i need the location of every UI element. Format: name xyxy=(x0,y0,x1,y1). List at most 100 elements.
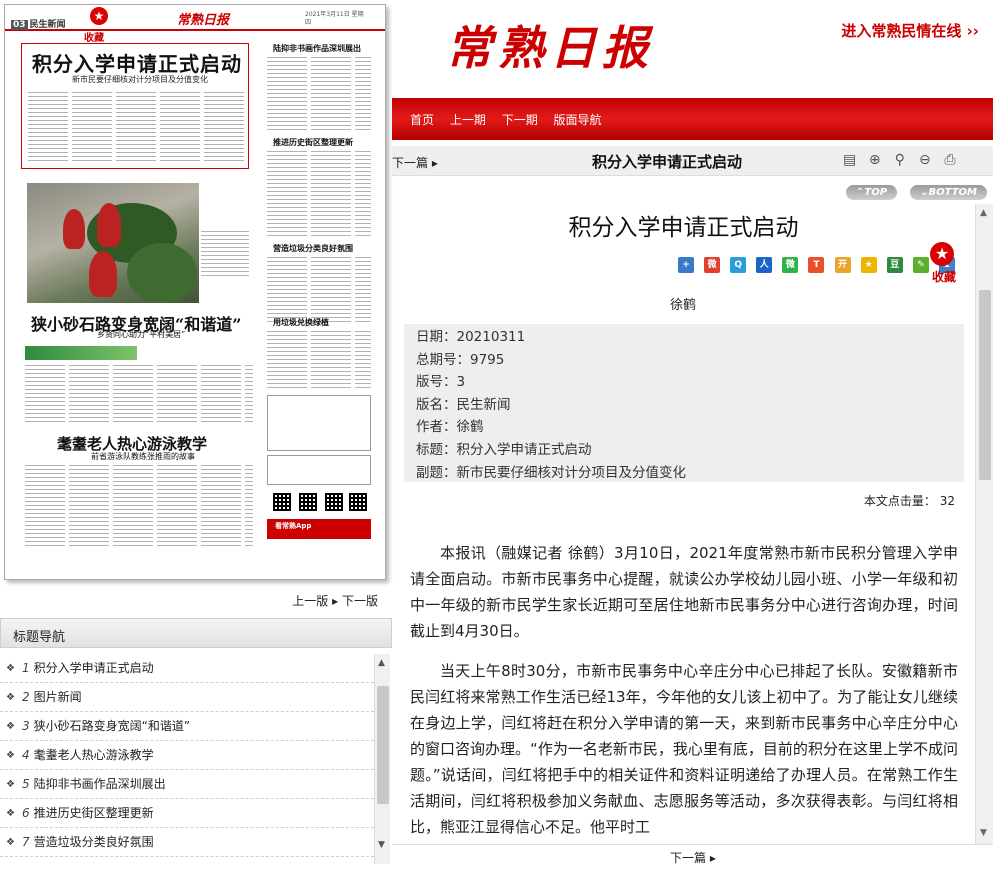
favorite-star-icon[interactable]: ★ xyxy=(930,242,954,266)
meta-key: 副题： xyxy=(416,464,457,481)
right-col-text-2 xyxy=(267,151,371,237)
douban-icon[interactable]: 豆 xyxy=(886,257,903,273)
next-page-link[interactable]: 下一版 xyxy=(342,594,378,608)
toc-item-label: 营造垃圾分类良好氛围 xyxy=(33,835,154,849)
meta-key: 作者： xyxy=(416,419,457,436)
qr-code-icon xyxy=(325,493,343,511)
nav-next-issue[interactable]: 下一期 xyxy=(502,113,538,127)
toc-title: 标题导航 xyxy=(13,630,66,645)
scroll-thumb[interactable] xyxy=(979,290,991,480)
meta-row: 作者：徐鹤 xyxy=(416,416,952,439)
toc-item-label: 狭小砂石路变身宽阔“和谐道” xyxy=(33,719,191,733)
meta-row: 版号：3 xyxy=(416,371,952,394)
nav-home[interactable]: 首页 xyxy=(410,113,434,127)
page-name: 民生新闻 xyxy=(29,20,66,30)
article-paragraph: 当天上午8时30分，市新市民事务中心辛庄分中心已排起了长队。安徽籍新市民闫红将来… xyxy=(410,662,958,836)
favorite-star-icon[interactable]: ★ xyxy=(90,7,108,25)
meta-value: 3 xyxy=(456,374,466,391)
toc-item-label: 推进历史街区整理更新 xyxy=(33,806,154,820)
page-label: 03 民生新闻 xyxy=(11,17,66,30)
toc-item[interactable]: ❖ 4 耄耋老人热心游泳教学 xyxy=(0,741,374,770)
scroll-up-icon[interactable]: ▲ xyxy=(378,658,385,668)
right-panel: 常熟日报 进入常熟民情在线 ›› 首页 上一期 下一期 版面导航 下一篇 ▸ 积… xyxy=(392,0,993,869)
newspaper-page-thumbnail[interactable]: 03 民生新闻 ★ 收藏 常熟日报 2021年3月11日 星期四 积分入学申请正式… xyxy=(4,4,386,580)
favorite-label-small[interactable]: 收藏 xyxy=(84,29,104,44)
right-col-headline-4[interactable]: 用垃圾兑换绿植 xyxy=(273,317,329,328)
article-1-text-block xyxy=(28,92,244,164)
page-header: 03 民生新闻 ★ 收藏 常熟日报 2021年3月11日 星期四 xyxy=(5,5,385,44)
info-box xyxy=(267,395,371,451)
notes-icon[interactable]: ▤ xyxy=(841,151,859,169)
douban-star-icon[interactable]: ★ xyxy=(860,257,877,273)
prev-page-link[interactable]: 上一版 xyxy=(292,594,328,608)
qr-code-icon xyxy=(349,493,367,511)
tieba-icon[interactable]: T xyxy=(808,257,825,273)
qr-code-icon xyxy=(273,493,291,511)
article-scrollbar[interactable]: ▲ ▼ xyxy=(975,204,993,844)
scroll-up-icon[interactable]: ▲ xyxy=(980,208,987,218)
scroll-buttons: ⌃TOP ⌄BOTTOM xyxy=(838,180,987,200)
weibo-icon[interactable]: 微 xyxy=(704,257,721,273)
right-col-headline-1[interactable]: 陆抑非书画作品深圳展出 xyxy=(273,43,361,54)
qzone-icon[interactable]: Q xyxy=(730,257,747,273)
toc-item[interactable]: ❖ 6 推进历史街区整理更新 xyxy=(0,799,374,828)
page-nav: 上一版 ▸ 下一版 xyxy=(292,592,378,609)
article-title: 积分入学申请正式启动 xyxy=(568,215,799,241)
toc-item[interactable]: ❖ 5 陆抑非书画作品深圳展出 xyxy=(0,770,374,799)
main-navbar: 首页 上一期 下一期 版面导航 xyxy=(392,98,993,140)
favorite-label[interactable]: 收藏 xyxy=(932,268,956,285)
toc-header: 标题导航 xyxy=(0,618,392,648)
toc-item-label: 陆抑非书画作品深圳展出 xyxy=(33,777,166,791)
share-plus-icon[interactable]: + xyxy=(678,257,694,273)
phone-box xyxy=(267,455,371,485)
next-article-link-bottom[interactable]: 下一篇 ▸ xyxy=(670,849,716,866)
kaixin-icon[interactable]: 开 xyxy=(834,257,851,273)
photo-caption xyxy=(201,231,249,279)
app-banner-label: 看常熟App xyxy=(275,522,312,530)
article-3-subheadline: 乡贤同心助力“平村美居” xyxy=(97,330,186,339)
toc-item-label: 图片新闻 xyxy=(33,690,82,704)
section-banner xyxy=(25,346,137,360)
hit-count-value: 32 xyxy=(939,494,955,508)
nav-page-navigation[interactable]: 版面导航 xyxy=(554,113,602,127)
right-col-text-4 xyxy=(267,331,371,391)
scroll-thumb[interactable] xyxy=(377,686,389,804)
diamond-bullet-icon: ❖ xyxy=(6,750,15,761)
newspaper-date-small: 2021年3月11日 星期四 xyxy=(305,11,364,26)
bottom-nav: 下一篇 ▸ xyxy=(392,844,993,869)
minqing-online-link[interactable]: 进入常熟民情在线 ›› xyxy=(841,20,979,41)
search-icon[interactable]: ⚲ xyxy=(891,151,909,169)
right-col-headline-2[interactable]: 推进历史街区整理更新 xyxy=(273,137,353,148)
toc-item-number: 1 xyxy=(22,661,30,675)
wechat-icon[interactable]: 微 xyxy=(782,257,799,273)
top-button[interactable]: ⌃TOP xyxy=(846,185,898,200)
zoom-in-icon[interactable]: ⊕ xyxy=(866,151,884,169)
toc-item[interactable]: ❖ 7 营造垃圾分类良好氛围 xyxy=(0,828,374,857)
next-article-link-top[interactable]: 下一篇 ▸ xyxy=(392,154,438,171)
print-icon[interactable]: ⎙ xyxy=(941,151,959,169)
scroll-down-icon[interactable]: ▼ xyxy=(980,828,987,838)
toc-item[interactable]: ❖ 1 积分入学申请正式启动 xyxy=(0,654,374,683)
news-photo[interactable] xyxy=(27,183,199,303)
meta-row: 日期：20210311 xyxy=(416,326,952,349)
newspaper-logo[interactable]: 常熟日报 xyxy=(446,12,654,78)
scroll-down-icon[interactable]: ▼ xyxy=(378,840,385,850)
toc-item[interactable]: ❖ 2 图片新闻 xyxy=(0,683,374,712)
right-col-headline-3[interactable]: 营造垃圾分类良好氛围 xyxy=(273,243,353,254)
nav-prev-issue[interactable]: 上一期 xyxy=(450,113,486,127)
bookmark-icon[interactable]: ✎ xyxy=(912,257,929,273)
zoom-out-icon[interactable]: ⊖ xyxy=(916,151,934,169)
masthead: 常熟日报 进入常熟民情在线 ›› xyxy=(392,0,993,100)
renren-icon[interactable]: 人 xyxy=(756,257,773,273)
toc-scrollbar[interactable]: ▲ ▼ xyxy=(374,654,390,864)
left-panel: 03 民生新闻 ★ 收藏 常熟日报 2021年3月11日 星期四 积分入学申请正式… xyxy=(0,0,392,869)
title-bar-text: 积分入学申请正式启动 xyxy=(592,153,743,171)
toc-item[interactable]: ❖ 3 狭小砂石路变身宽阔“和谐道” xyxy=(0,712,374,741)
app-banner[interactable]: 看常熟App xyxy=(267,519,371,539)
article-1-region[interactable]: 积分入学申请正式启动 新市民要仔细核对计分项目及分值变化 xyxy=(21,43,249,169)
toc-item-label: 耄耋老人热心游泳教学 xyxy=(33,748,154,762)
article-body: 本报讯（融媒记者 徐鹤）3月10日，2021年度常熟市新市民积分管理入学申请全面… xyxy=(410,540,958,844)
diamond-bullet-icon: ❖ xyxy=(6,721,15,732)
meta-value: 新市民要仔细核对计分项目及分值变化 xyxy=(456,464,687,481)
bottom-button[interactable]: ⌄BOTTOM xyxy=(910,185,987,200)
